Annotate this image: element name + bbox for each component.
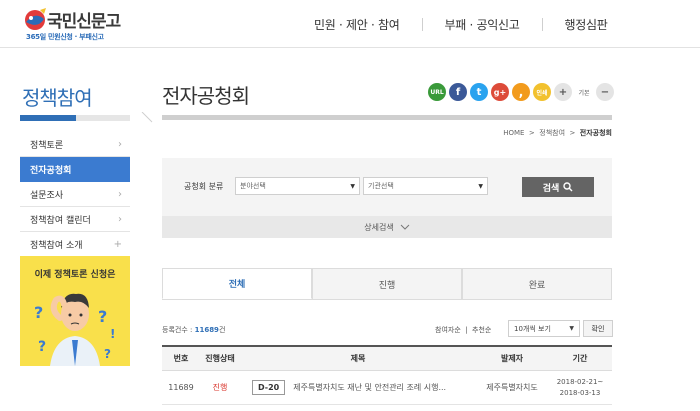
logo-subtitle: 365일 민원신청 · 부패신고 <box>26 33 104 41</box>
logo-emblem-icon <box>25 8 46 30</box>
svg-text:?: ? <box>38 339 46 355</box>
sort-recommend[interactable]: 추천순 <box>472 326 491 334</box>
search-icon <box>563 182 573 192</box>
print-icon[interactable]: 인쇄 <box>533 83 551 101</box>
breadcrumb-current: 전자공청회 <box>579 129 612 137</box>
dday-badge: D-20 <box>252 380 286 395</box>
svg-text:?: ? <box>104 347 111 361</box>
zoom-out-icon[interactable]: − <box>596 83 614 101</box>
status-tabs: 전체 진행 완료 <box>162 268 612 300</box>
chevron-right-icon: › <box>118 138 122 150</box>
sidebar-title: 정책참여 <box>22 86 93 110</box>
sidebar-menu: 정책토론 › 전자공청회 설문조사 › 정책참여 캘린더 › 정책참여 소개 + <box>20 132 130 257</box>
main-nav: 민원 · 제안 · 참여 부패 · 공익신고 행정심판 <box>292 16 629 33</box>
nav-complaint[interactable]: 민원 · 제안 · 참여 <box>292 16 422 33</box>
tab-ongoing[interactable]: 진행 <box>312 268 462 299</box>
status-badge: 진행 <box>212 383 228 392</box>
sidebar-item-policy-debate[interactable]: 정책토론 › <box>20 132 130 157</box>
chevron-right-icon: › <box>118 213 122 225</box>
caret-down-icon: ▼ <box>350 182 355 190</box>
hearing-table: 번호 진행상태 제목 발제자 기간 11689 진행 D-20 제주특별자치도 … <box>162 345 612 405</box>
record-count: 등록건수 : 11689건 <box>162 326 226 334</box>
sidebar-item-intro[interactable]: 정책참여 소개 + <box>20 232 130 257</box>
table-header: 번호 진행상태 제목 발제자 기간 <box>162 345 612 371</box>
caret-down-icon: ▼ <box>569 325 574 332</box>
twitter-icon[interactable]: t <box>470 83 488 101</box>
chevron-right-icon: › <box>118 188 122 200</box>
breadcrumb-home[interactable]: HOME <box>503 129 524 137</box>
chevron-down-icon <box>400 224 410 230</box>
sidebar-item-survey[interactable]: 설문조사 › <box>20 182 130 207</box>
sort-options: 참여자순 | 추천순 <box>435 326 492 334</box>
tab-all[interactable]: 전체 <box>162 268 312 299</box>
org-select[interactable]: 기관선택 ▼ <box>363 177 488 195</box>
svg-text:?: ? <box>34 303 43 322</box>
page-title: 전자공청회 <box>162 84 250 108</box>
comma-share-icon[interactable]: , <box>512 83 530 101</box>
search-label: 공청회 분류 <box>184 182 224 191</box>
row-title-cell: D-20 제주특별자치도 재난 및 안전관리 조례 시행... <box>240 371 476 404</box>
svg-text:!: ! <box>110 327 115 341</box>
table-row[interactable]: 11689 진행 D-20 제주특별자치도 재난 및 안전관리 조례 시행...… <box>162 371 612 405</box>
site-header: 국민신문고 365일 민원신청 · 부패신고 민원 · 제안 · 참여 부패 ·… <box>0 0 700 48</box>
svg-text:?: ? <box>98 307 107 326</box>
detail-search-toggle[interactable]: 상세검색 <box>162 216 612 238</box>
field-select[interactable]: 분야선택 ▼ <box>235 177 360 195</box>
row-author: 제주특별자치도 <box>486 383 538 392</box>
sidebar-connector <box>141 112 153 123</box>
row-title-link[interactable]: 제주특별자치도 재난 및 안전관리 조례 시행... <box>293 382 446 393</box>
tab-completed[interactable]: 완료 <box>462 268 612 299</box>
nav-report[interactable]: 부패 · 공익신고 <box>423 16 542 33</box>
zoom-in-icon[interactable]: + <box>554 83 572 101</box>
row-number: 11689 <box>168 383 194 392</box>
row-period: 2018-02-21~ 2018-03-13 <box>556 377 604 397</box>
share-toolbar: URL f t g+ , 인쇄 + 기본 − <box>428 83 614 101</box>
nav-appeal[interactable]: 행정심판 <box>543 16 630 33</box>
sidebar-title-underline <box>20 115 130 121</box>
confirm-button[interactable]: 확인 <box>583 320 613 337</box>
sidebar-item-calendar[interactable]: 정책참여 캘린더 › <box>20 207 130 232</box>
promo-banner[interactable]: 이제 정책토론 신청은 ? ? ? ! ? <box>20 256 130 366</box>
title-divider <box>162 115 612 120</box>
facebook-icon[interactable]: f <box>449 83 467 101</box>
page-size-select[interactable]: 10개씩 보기 ▼ <box>508 320 580 337</box>
site-logo[interactable]: 국민신문고 365일 민원신청 · 부패신고 <box>22 5 122 43</box>
search-button[interactable]: 검색 <box>522 177 594 197</box>
sidebar-item-e-hearing[interactable]: 전자공청회 <box>20 157 130 182</box>
zoom-default-button[interactable]: 기본 <box>575 83 593 101</box>
thinking-man-illustration: ? ? ? ! ? <box>34 293 115 366</box>
plus-icon: + <box>113 238 122 250</box>
breadcrumb: HOME > 정책참여 > 전자공청회 <box>503 129 612 137</box>
sort-participants[interactable]: 참여자순 <box>435 326 461 334</box>
caret-down-icon: ▼ <box>478 182 483 190</box>
search-panel: 공청회 분류 분야선택 ▼ 기관선택 ▼ 검색 <box>162 158 612 216</box>
logo-text: 국민신문고 <box>47 12 121 32</box>
google-plus-icon[interactable]: g+ <box>491 83 509 101</box>
url-share-icon[interactable]: URL <box>428 83 446 101</box>
breadcrumb-policy[interactable]: 정책참여 <box>539 129 565 137</box>
